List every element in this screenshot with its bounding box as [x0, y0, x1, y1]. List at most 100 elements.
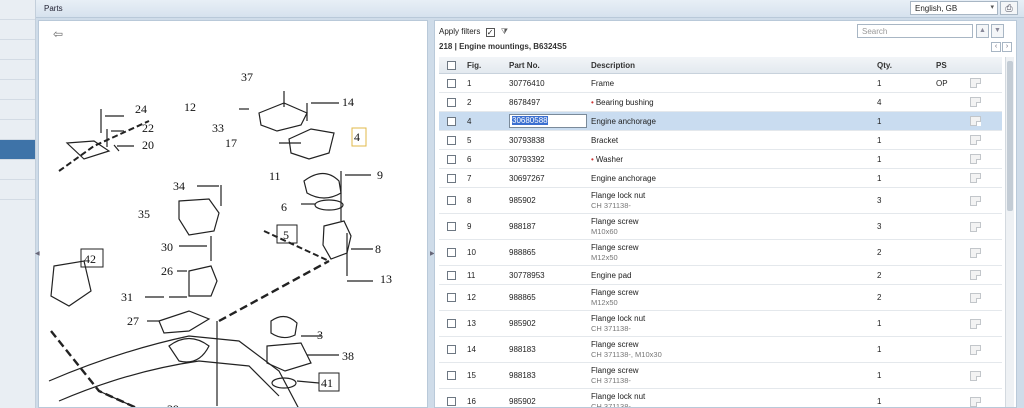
part-number[interactable]: 985902	[509, 196, 536, 205]
callout-label[interactable]: 31	[121, 290, 133, 304]
nav-item[interactable]	[0, 60, 35, 80]
note-icon[interactable]	[970, 292, 981, 303]
row-checkbox[interactable]	[447, 97, 456, 107]
table-row[interactable]: 14 988183 Flange screw CH 371138-, M10x30 1	[439, 337, 1002, 363]
part-number[interactable]: 988187	[509, 222, 536, 231]
nav-item-active[interactable]	[0, 140, 35, 160]
note-icon[interactable]	[970, 318, 981, 329]
note-icon[interactable]	[970, 221, 981, 232]
callout-label[interactable]: 12	[184, 100, 196, 114]
row-checkbox[interactable]	[447, 371, 456, 380]
search-input[interactable]: Search	[857, 24, 973, 38]
part-number[interactable]: 30776410	[509, 79, 545, 88]
part-number[interactable]: 8678497	[509, 98, 540, 107]
table-row[interactable]: 15 988183 Flange screw CH 371138- 1	[439, 363, 1002, 389]
filter-icon[interactable]: ⧩	[501, 27, 508, 36]
callout-label[interactable]: 4	[354, 130, 360, 144]
note-icon[interactable]	[970, 195, 981, 206]
callout-label[interactable]: 20	[142, 138, 154, 152]
vertical-scrollbar[interactable]	[1005, 57, 1014, 407]
table-row[interactable]: 5 30793838 Bracket 1	[439, 131, 1002, 150]
part-number[interactable]: 30697267	[509, 174, 545, 183]
part-number-field[interactable]: 30680588	[509, 114, 587, 128]
part-number[interactable]: 988865	[509, 248, 536, 257]
row-checkbox[interactable]	[447, 173, 456, 183]
part-number[interactable]: 30778953	[509, 271, 545, 280]
table-row[interactable]: 11 30778953 Engine pad 2	[439, 266, 1002, 285]
table-row[interactable]: 8 985902 Flange lock nut CH 371138- 3	[439, 188, 1002, 214]
next-page-button[interactable]: ›	[1002, 42, 1012, 52]
note-icon[interactable]	[970, 270, 981, 280]
row-checkbox[interactable]	[447, 196, 456, 205]
nav-item[interactable]	[0, 160, 35, 180]
note-icon[interactable]	[970, 78, 981, 88]
callout-label[interactable]: 9	[377, 168, 383, 182]
row-checkbox[interactable]	[447, 293, 456, 302]
column-header-qty[interactable]: Qty.	[877, 57, 892, 73]
note-icon[interactable]	[970, 396, 981, 407]
nav-up-button[interactable]: ▲	[976, 24, 989, 38]
row-checkbox[interactable]	[447, 270, 456, 280]
nav-item[interactable]	[0, 0, 35, 20]
note-icon[interactable]	[970, 135, 981, 145]
note-icon[interactable]	[970, 173, 981, 183]
row-checkbox[interactable]	[447, 248, 456, 257]
note-icon[interactable]	[970, 154, 981, 164]
callout-label[interactable]: 5	[283, 228, 289, 242]
callout-label[interactable]: 11	[269, 169, 281, 183]
part-number[interactable]: 988183	[509, 371, 536, 380]
table-row[interactable]: 9 988187 Flange screw M10x60 3	[439, 214, 1002, 240]
part-number[interactable]: 988183	[509, 345, 536, 354]
row-checkbox[interactable]	[447, 397, 456, 406]
nav-item[interactable]	[0, 120, 35, 140]
row-checkbox[interactable]	[447, 319, 456, 328]
row-checkbox[interactable]	[447, 78, 456, 88]
callout-label[interactable]: 35	[138, 207, 150, 221]
nav-item[interactable]	[0, 100, 35, 120]
print-button[interactable]: ⎙	[1000, 1, 1018, 15]
table-row[interactable]: 4 30680588 Engine anchorage 1	[439, 112, 1002, 131]
table-row[interactable]: 6 30793392 • Washer 1	[439, 150, 1002, 169]
table-row[interactable]: 16 985902 Flange lock nut CH 371138- 1	[439, 389, 1002, 407]
callout-label[interactable]: 8	[375, 242, 381, 256]
part-number[interactable]: 30793838	[509, 136, 545, 145]
note-icon[interactable]	[970, 344, 981, 355]
table-row[interactable]: 10 988865 Flange screw M12x50 2	[439, 240, 1002, 266]
column-header-description[interactable]: Description	[591, 57, 635, 73]
callout-label[interactable]: 34	[173, 179, 185, 193]
table-row[interactable]: 2 8678497 • Bearing bushing 4	[439, 93, 1002, 112]
row-checkbox[interactable]	[447, 154, 456, 164]
callout-label[interactable]: 38	[342, 349, 354, 363]
row-checkbox[interactable]	[447, 345, 456, 354]
callout-label[interactable]: 22	[142, 121, 154, 135]
table-row[interactable]: 1 30776410 Frame 1 OP	[439, 74, 1002, 93]
callout-label[interactable]: 14	[342, 95, 354, 109]
note-icon[interactable]	[970, 97, 981, 107]
nav-item[interactable]	[0, 180, 35, 200]
table-row[interactable]: 13 985902 Flange lock nut CH 371138- 1	[439, 311, 1002, 337]
column-header-fig[interactable]: Fig.	[467, 57, 481, 73]
nav-item[interactable]	[0, 20, 35, 40]
callout-label[interactable]: 13	[380, 272, 392, 286]
part-number[interactable]: 988865	[509, 293, 536, 302]
callout-label[interactable]: 41	[321, 376, 333, 390]
callout-label[interactable]: 33	[212, 121, 224, 135]
callout-label[interactable]: 17	[225, 136, 237, 150]
note-icon[interactable]	[970, 116, 981, 126]
row-checkbox[interactable]	[447, 222, 456, 231]
nav-item[interactable]	[0, 80, 35, 100]
callout-label[interactable]: 30	[161, 240, 173, 254]
nav-down-button[interactable]: ▼	[991, 24, 1004, 38]
note-icon[interactable]	[970, 247, 981, 258]
select-all-checkbox[interactable]	[447, 60, 456, 70]
column-header-part-no[interactable]: Part No.	[509, 57, 540, 73]
nav-item[interactable]	[0, 40, 35, 60]
part-number[interactable]: 30793392	[509, 155, 545, 164]
row-checkbox[interactable]	[447, 116, 456, 126]
part-number[interactable]: 985902	[509, 397, 536, 406]
callout-label[interactable]: 37	[241, 70, 253, 84]
callout-label[interactable]: 27	[127, 314, 139, 328]
callout-label[interactable]: 24	[135, 102, 147, 116]
table-row[interactable]: 7 30697267 Engine anchorage 1	[439, 169, 1002, 188]
language-select[interactable]: English, GB ▾	[910, 1, 998, 15]
